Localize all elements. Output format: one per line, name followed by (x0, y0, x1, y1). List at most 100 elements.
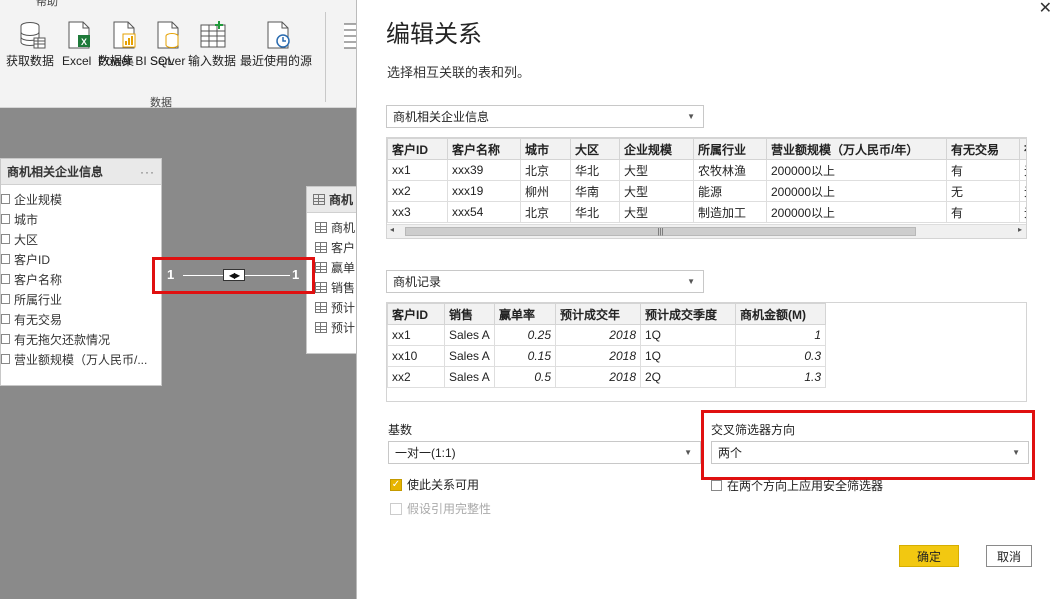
table-cell: 1 (735, 324, 826, 346)
field-icon (1, 294, 10, 304)
field-icon (1, 354, 10, 364)
make-active-checkbox[interactable]: ✓ 使此关系可用 (390, 476, 479, 493)
table1-preview[interactable]: 客户ID客户名称城市大区企业规模所属行业营业额规模（万人民币/年）有无交易有xx… (386, 137, 1027, 239)
ok-button[interactable]: 确定 (899, 545, 959, 567)
column-header: 有 (1019, 138, 1026, 160)
field-item[interactable]: 城市 (1, 209, 161, 229)
more-options-icon[interactable]: ··· (140, 165, 155, 179)
field-name: 客户ID (14, 252, 51, 267)
table-cell: xxx54 (447, 201, 521, 223)
cancel-button[interactable]: 取消 (986, 545, 1032, 567)
column-header: 城市 (520, 138, 571, 160)
model-canvas[interactable]: 商机相关企业信息 ··· 企业规模城市大区客户ID 客户名称 所属行业有无交易有无拖… (0, 109, 366, 599)
table2-select[interactable]: 商机记录 ▼ (386, 270, 704, 293)
field-name: 有无交易 (14, 312, 63, 327)
table-card-company-info[interactable]: 商机相关企业信息 ··· 企业规模城市大区客户ID 客户名称 所属行业有无交易有无拖… (0, 158, 162, 386)
field-item[interactable]: 有无交易 (1, 309, 161, 329)
table-cell: 0.5 (494, 366, 556, 388)
recent-sources-icon (240, 20, 316, 50)
recent-sources-button[interactable]: 最近使用的源 ⌄ (240, 20, 316, 68)
relationship-line-highlight[interactable]: 1 ◀▶ 1 (152, 257, 315, 294)
table-cell: xx3 (387, 201, 448, 223)
table-cell: 制造加工 (693, 201, 767, 223)
checkmark-icon: ✓ (390, 478, 402, 491)
column-header: 赢单率 (494, 303, 556, 325)
table-cell: 华南 (570, 180, 620, 202)
scroll-thumb[interactable]: ||| (405, 227, 916, 236)
field-name: 营业额规模（万人民币/... (14, 352, 148, 367)
table-icon (315, 261, 327, 273)
close-icon[interactable]: ✕ (1039, 0, 1052, 18)
scroll-left-icon[interactable]: ◂ (390, 225, 394, 234)
table2-preview[interactable]: 客户ID 销售 赢单率 预计成交年 预计成交季度 商机金额(M) xx1 Sales A 0.2… (386, 302, 1027, 402)
field-icon (1, 254, 10, 264)
table-cell: 1.3 (735, 366, 826, 388)
table1-select[interactable]: 商机相关企业信息 ▼ (386, 105, 704, 128)
table-card-header[interactable]: 商机相关企业信息 ··· (1, 159, 161, 185)
checkbox-icon (390, 502, 402, 515)
get-data-button[interactable]: 获取数据 ⌄ (6, 20, 58, 68)
table-cell: 能源 (693, 180, 767, 202)
field-item[interactable]: 大区 (1, 229, 161, 249)
table-cell: 有 (946, 159, 1020, 181)
table-cell: 200000以上 (766, 159, 947, 181)
cross-filter-highlight (701, 410, 1035, 480)
table-cell: 2Q (640, 366, 736, 388)
sql-server-button[interactable]: SQL Server (150, 20, 186, 68)
field-name: 城市 (14, 212, 39, 227)
table-icon (315, 281, 327, 293)
table-cell: xxx39 (447, 159, 521, 181)
powerbi-dataset-button[interactable]: Power BI 数据集 (98, 20, 150, 68)
header-row: 客户ID 销售 赢单率 预计成交年 预计成交季度 商机金额(M) (387, 303, 826, 325)
header-row: 客户ID客户名称城市大区企业规模所属行业营业额规模（万人民币/年）有无交易有 (387, 138, 1026, 160)
field-item[interactable]: 营业额规模（万人民币/... (1, 349, 161, 369)
column-header: 商机金额(M) (735, 303, 826, 325)
table-row: xx2xxx19柳州华南大型能源200000以上无无 (387, 180, 1026, 202)
excel-icon: X (62, 20, 96, 50)
field-icon (1, 314, 10, 324)
table-cell: 大型 (619, 180, 694, 202)
field-item[interactable]: 客户ID (1, 249, 161, 269)
field-item[interactable]: 有无拖欠还款情况 (1, 329, 161, 349)
excel-button[interactable]: X Excel (62, 20, 96, 68)
enter-data-button[interactable]: 输入数据 (188, 20, 240, 68)
column-header: 预计成交年 (555, 303, 641, 325)
table-cell: Sales A (444, 366, 495, 388)
chevron-down-icon: ▼ (684, 448, 692, 457)
field-list: 企业规模城市大区客户ID 客户名称 所属行业有无交易有无拖欠还款情况营业额规模（万人… (1, 185, 161, 369)
table-cell: 0.15 (494, 345, 556, 367)
table-row: xx1xxx39北京华北大型农牧林渔200000以上有无 (387, 159, 1026, 181)
table-cell: 200000以上 (766, 180, 947, 202)
field-item[interactable]: 企业规模 (1, 189, 161, 209)
table-cell: 无 (1019, 159, 1026, 181)
table2-grid: 客户ID 销售 赢单率 预计成交年 预计成交季度 商机金额(M) xx1 Sales A 0.2… (387, 303, 826, 388)
field-name: 预计 (331, 300, 356, 315)
database-icon (6, 20, 58, 50)
table-cell: Sales A (444, 324, 495, 346)
table-cell: 0.3 (735, 345, 826, 367)
table-icon (315, 241, 327, 253)
table-cell: 1Q (640, 345, 736, 367)
field-item[interactable]: 客户名称 (1, 269, 161, 289)
field-name: 预计 (331, 320, 356, 335)
scroll-right-icon[interactable]: ▸ (1018, 225, 1022, 234)
ribbon: 帮助 获取数据 ⌄ X Excel Power BI 数据集 SQL Serve… (0, 0, 359, 109)
horizontal-scrollbar[interactable]: ◂ ||| ▸ (387, 224, 1026, 238)
table-cell: 200000以上 (766, 201, 947, 223)
chevron-down-icon: ▼ (687, 112, 695, 121)
table-card-title: 商机 (329, 193, 354, 207)
cardinality-select[interactable]: 一对一(1:1) ▼ (388, 441, 701, 464)
table1-grid: 客户ID客户名称城市大区企业规模所属行业营业额规模（万人民币/年）有无交易有xx… (387, 138, 1026, 223)
table-cell: 2018 (555, 345, 641, 367)
edit-relationship-dialog: 编辑关系 ✕ 选择相互关联的表和列。 商机相关企业信息 ▼ 客户ID 客户名称 城市… (356, 0, 1054, 599)
field-name: 企业规模 (14, 192, 63, 207)
referential-integrity-checkbox[interactable]: 假设引用完整性 (390, 500, 491, 517)
security-filter-checkbox[interactable]: 在两个方向上应用安全筛选器 (711, 477, 883, 494)
table-row: xx2 Sales A 0.5 2018 2Q 1.3 (387, 366, 826, 388)
chevron-down-icon: ▼ (687, 277, 695, 286)
table-cell: 无 (1019, 201, 1026, 223)
cardinality-right: 1 (292, 267, 300, 282)
table-cell: 无 (946, 180, 1020, 202)
field-item[interactable]: 所属行业 (1, 289, 161, 309)
tab-help[interactable]: 帮助 (36, 0, 58, 9)
